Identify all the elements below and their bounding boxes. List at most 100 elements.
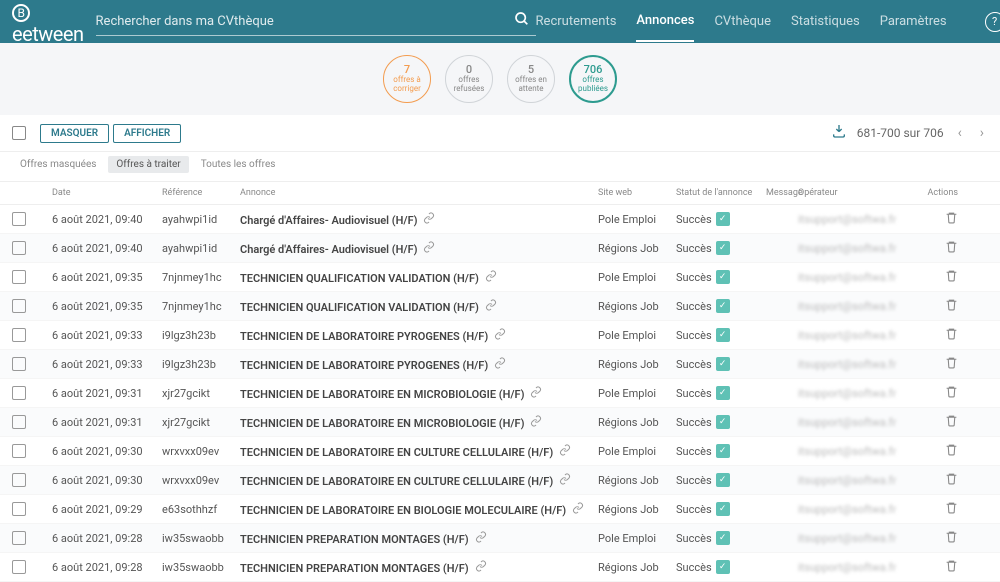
masquer-button[interactable]: MASQUER	[40, 124, 109, 143]
delete-icon[interactable]	[945, 414, 958, 430]
delete-icon[interactable]	[945, 269, 958, 285]
filter-masquees[interactable]: Offres masquées	[12, 156, 104, 173]
link-icon[interactable]	[475, 560, 487, 575]
cell-statut: Succès ✓	[676, 386, 766, 400]
col-statut[interactable]: Statut de l'annonce	[676, 188, 766, 198]
stat-circle[interactable]: 7offres àcorriger	[383, 55, 431, 103]
download-icon[interactable]	[831, 123, 847, 143]
col-annonce[interactable]: Annonce	[240, 188, 598, 198]
success-check-icon: ✓	[716, 270, 730, 284]
table-row[interactable]: 6 août 2021, 09:35 7njnmey1hc TECHNICIEN…	[0, 292, 1000, 321]
table-row[interactable]: 6 août 2021, 09:31 xjr27gcikt TECHNICIEN…	[0, 408, 1000, 437]
delete-icon[interactable]	[945, 385, 958, 401]
link-icon[interactable]	[485, 270, 497, 285]
delete-icon[interactable]	[945, 559, 958, 575]
select-all-checkbox[interactable]	[12, 126, 26, 140]
next-page-icon[interactable]: ›	[976, 125, 988, 141]
row-checkbox[interactable]	[12, 531, 26, 545]
delete-icon[interactable]	[945, 211, 958, 227]
help-icon[interactable]: ?	[985, 12, 1000, 32]
col-message[interactable]: Message	[766, 188, 798, 198]
row-checkbox[interactable]	[12, 473, 26, 487]
row-checkbox[interactable]	[12, 560, 26, 574]
col-siteweb[interactable]: Site web	[598, 188, 676, 198]
row-checkbox[interactable]	[12, 328, 26, 342]
stats-row: 7offres àcorriger 0offresrefusées 5offres …	[0, 43, 1000, 115]
nav-parametres[interactable]: Paramètres	[880, 2, 947, 41]
link-icon[interactable]	[559, 473, 571, 488]
link-icon[interactable]	[530, 415, 542, 430]
table-row[interactable]: 6 août 2021, 09:30 wrxvxx09ev TECHNICIEN…	[0, 466, 1000, 495]
cell-statut: Succès ✓	[676, 270, 766, 284]
delete-icon[interactable]	[945, 501, 958, 517]
cell-siteweb: Pole Emploi	[598, 213, 676, 226]
cell-date: 6 août 2021, 09:33	[52, 358, 162, 371]
prev-page-icon[interactable]: ‹	[954, 125, 966, 141]
stat-circle[interactable]: 0offresrefusées	[445, 55, 493, 103]
stat-circle[interactable]: 5offres enattente	[507, 55, 555, 103]
success-check-icon: ✓	[716, 212, 730, 226]
row-checkbox[interactable]	[12, 415, 26, 429]
cell-annonce: TECHNICIEN PREPARATION MONTAGES (H/F)	[240, 560, 598, 575]
row-checkbox[interactable]	[12, 212, 26, 226]
link-icon[interactable]	[494, 328, 506, 343]
table-row[interactable]: 6 août 2021, 09:40 ayahwpi1id Chargé d'A…	[0, 234, 1000, 263]
table-row[interactable]: 6 août 2021, 09:30 wrxvxx09ev TECHNICIEN…	[0, 437, 1000, 466]
success-check-icon: ✓	[716, 444, 730, 458]
filter-toutes[interactable]: Toutes les offres	[193, 156, 284, 173]
row-checkbox[interactable]	[12, 502, 26, 516]
delete-icon[interactable]	[945, 443, 958, 459]
table-row[interactable]: 6 août 2021, 09:35 7njnmey1hc TECHNICIEN…	[0, 263, 1000, 292]
delete-icon[interactable]	[945, 298, 958, 314]
col-date[interactable]: Date	[52, 188, 162, 198]
table-row[interactable]: 6 août 2021, 09:29 e63sothhzf TECHNICIEN…	[0, 495, 1000, 524]
row-checkbox[interactable]	[12, 241, 26, 255]
link-icon[interactable]	[423, 241, 435, 256]
row-checkbox[interactable]	[12, 270, 26, 284]
table-row[interactable]: 6 août 2021, 09:33 i9lgz3h23b TECHNICIEN…	[0, 321, 1000, 350]
search-icon[interactable]	[514, 11, 530, 31]
nav-cvtheque[interactable]: CVthèque	[714, 2, 771, 41]
nav-recrutements[interactable]: Recrutements	[536, 2, 617, 41]
table-row[interactable]: 6 août 2021, 09:33 i9lgz3h23b TECHNICIEN…	[0, 350, 1000, 379]
cell-date: 6 août 2021, 09:35	[52, 300, 162, 313]
row-checkbox[interactable]	[12, 386, 26, 400]
cell-reference: ayahwpi1id	[162, 213, 240, 226]
filter-traiter[interactable]: Offres à traiter	[108, 156, 188, 173]
col-reference[interactable]: Référence	[162, 188, 240, 198]
delete-icon[interactable]	[945, 530, 958, 546]
link-icon[interactable]	[530, 386, 542, 401]
cell-reference: i9lgz3h23b	[162, 358, 240, 371]
row-checkbox[interactable]	[12, 357, 26, 371]
row-checkbox[interactable]	[12, 444, 26, 458]
delete-icon[interactable]	[945, 240, 958, 256]
cell-statut: Succès ✓	[676, 241, 766, 255]
success-check-icon: ✓	[716, 386, 730, 400]
link-icon[interactable]	[494, 357, 506, 372]
cell-reference: wrxvxx09ev	[162, 445, 240, 458]
cell-statut: Succès ✓	[676, 473, 766, 487]
stat-circle[interactable]: 706offrespubliées	[569, 55, 617, 103]
table-row[interactable]: 6 août 2021, 09:28 iw35swaobb TECHNICIEN…	[0, 524, 1000, 553]
cell-annonce: TECHNICIEN DE LABORATOIRE EN MICROBIOLOG…	[240, 415, 598, 430]
table-row[interactable]: 6 août 2021, 09:28 iw35swaobb TECHNICIEN…	[0, 553, 1000, 582]
link-icon[interactable]	[423, 212, 435, 227]
col-operateur[interactable]: Opérateur	[798, 188, 908, 198]
link-icon[interactable]	[485, 299, 497, 314]
link-icon[interactable]	[475, 531, 487, 546]
delete-icon[interactable]	[945, 472, 958, 488]
link-icon[interactable]	[572, 502, 584, 517]
cell-operateur: itsupport@softwa.fr	[798, 416, 908, 429]
table-row[interactable]: 6 août 2021, 09:31 xjr27gcikt TECHNICIEN…	[0, 379, 1000, 408]
search-input[interactable]	[96, 8, 536, 36]
cell-annonce: TECHNICIEN DE LABORATOIRE PYROGENES (H/F…	[240, 357, 598, 372]
afficher-button[interactable]: AFFICHER	[113, 124, 181, 143]
nav-statistiques[interactable]: Statistiques	[791, 2, 860, 41]
link-icon[interactable]	[559, 444, 571, 459]
delete-icon[interactable]	[945, 356, 958, 372]
delete-icon[interactable]	[945, 327, 958, 343]
nav-annonces[interactable]: Annonces	[636, 1, 694, 42]
cell-operateur: itsupport@softwa.fr	[798, 242, 908, 255]
table-row[interactable]: 6 août 2021, 09:40 ayahwpi1id Chargé d'A…	[0, 205, 1000, 234]
row-checkbox[interactable]	[12, 299, 26, 313]
